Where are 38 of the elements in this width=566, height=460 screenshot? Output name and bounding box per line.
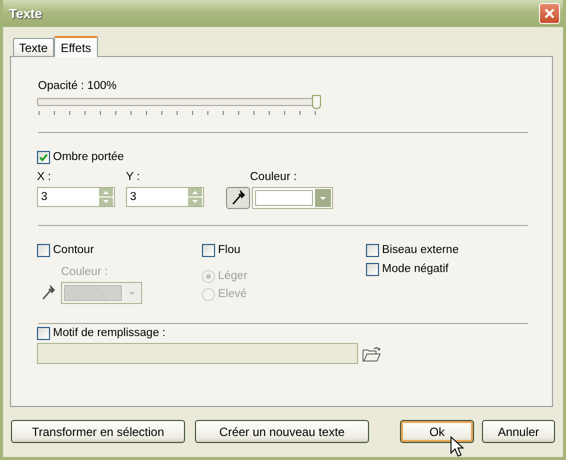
checkbox-label: Mode négatif	[382, 263, 448, 275]
number-field[interactable]: 3	[126, 187, 204, 207]
tab[interactable]: Effets	[54, 36, 98, 57]
window-title: Texte	[9, 6, 42, 21]
tab[interactable]: Texte	[13, 38, 54, 56]
dialog-button[interactable]: Annuler	[482, 420, 555, 443]
dialog-button[interactable]: Créer un nouveau texte	[195, 420, 369, 443]
mouse-cursor-icon	[450, 436, 464, 457]
checkbox[interactable]	[202, 244, 215, 256]
opacity-label: Opacité : 100%	[38, 79, 118, 93]
checkbox-label: Flou	[218, 244, 240, 256]
folder-icon	[362, 346, 382, 362]
eyedropper-button[interactable]	[226, 187, 250, 209]
checkbox-label: Motif de remplissage :	[53, 327, 166, 339]
dialog-button[interactable]: Ok	[400, 420, 474, 443]
field-label: Couleur :	[249, 170, 298, 184]
field-label: X :	[37, 170, 52, 184]
field-label: Couleur :	[60, 265, 109, 279]
checkbox[interactable]	[366, 244, 379, 256]
spinner-icon	[99, 188, 113, 206]
color-dropdown[interactable]	[61, 282, 142, 304]
radio-label: Léger	[218, 270, 248, 282]
number-field[interactable]: 3	[37, 187, 115, 207]
checkbox[interactable]	[37, 150, 50, 164]
checkbox-label: Contour	[53, 244, 94, 256]
checkbox[interactable]	[366, 262, 379, 276]
field-label: Y :	[126, 170, 141, 184]
checkbox-label: Ombre portée	[53, 151, 124, 163]
checkbox-label: Biseau externe	[382, 244, 459, 256]
close-button[interactable]	[539, 3, 560, 24]
slider-thumb[interactable]	[312, 95, 321, 109]
close-icon	[544, 8, 555, 19]
eyedropper-icon	[231, 190, 245, 206]
color-dropdown[interactable]	[252, 187, 333, 209]
spinner-icon	[188, 188, 202, 206]
eyedropper-icon	[41, 285, 55, 301]
radio-label: Elevé	[218, 288, 247, 300]
dialog-button[interactable]: Transformer en sélection	[11, 420, 185, 443]
